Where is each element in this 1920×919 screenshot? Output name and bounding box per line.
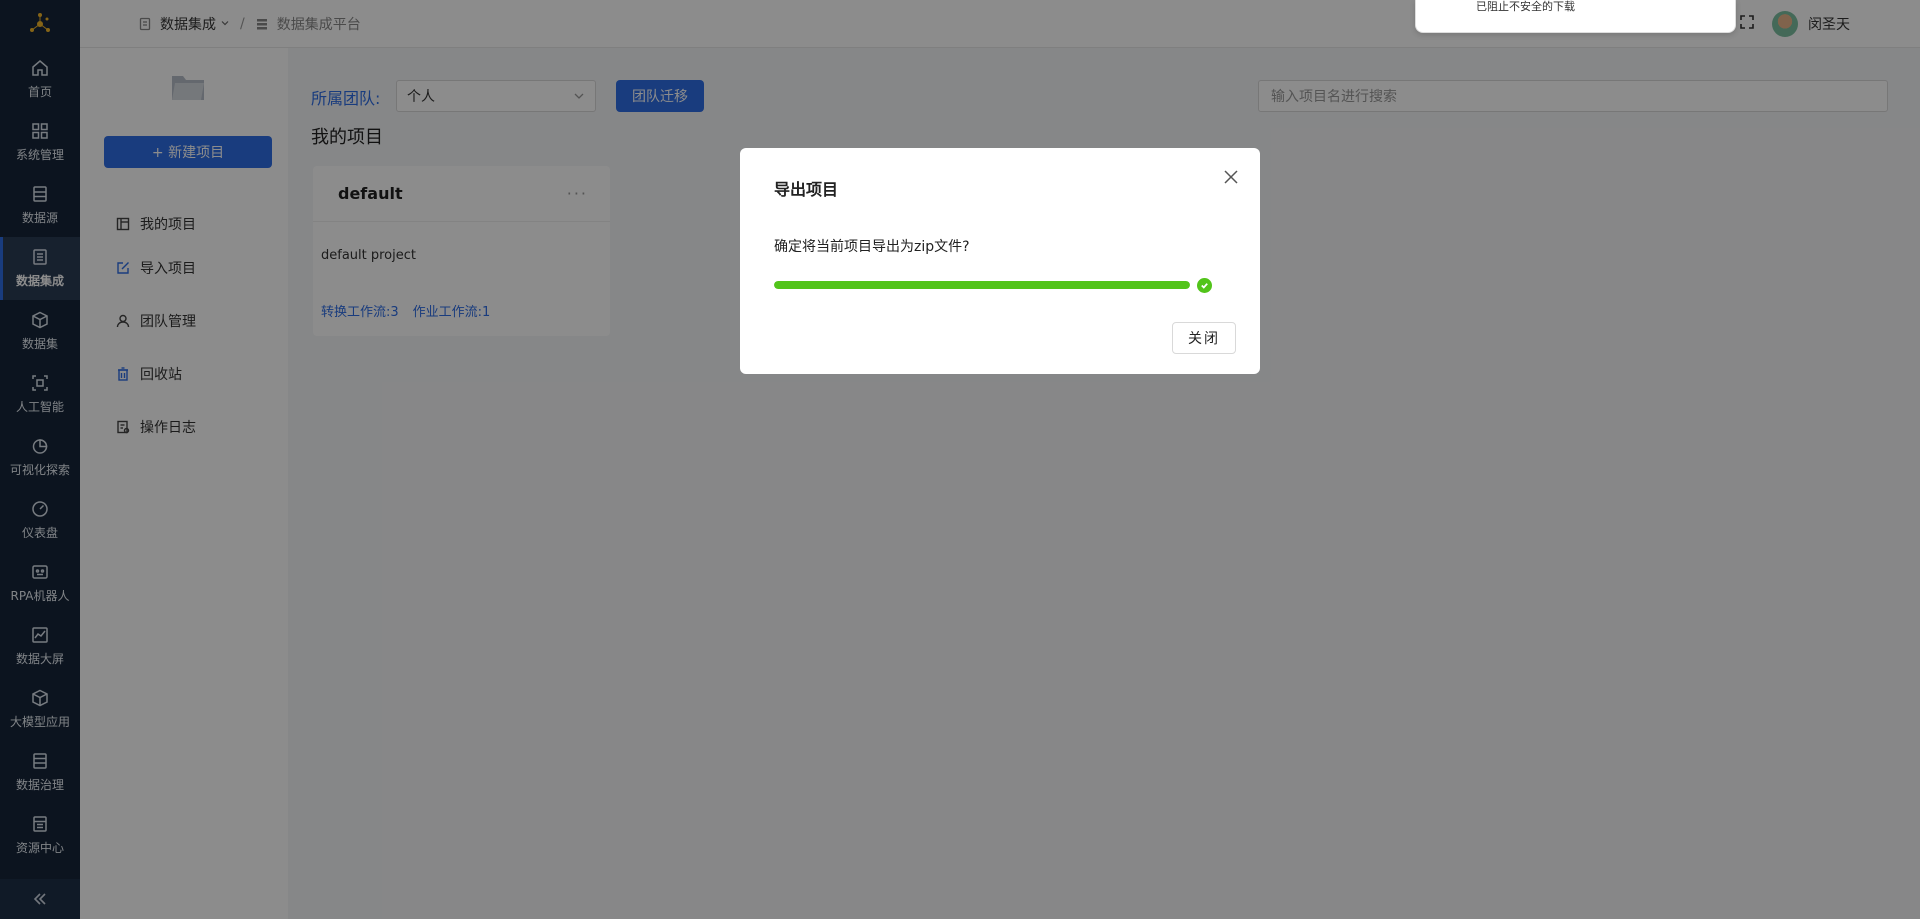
check-circle-icon <box>1197 278 1212 293</box>
export-project-dialog: 导出项目 确定将当前项目导出为zip文件? 关闭 <box>740 148 1260 374</box>
modal-mask[interactable] <box>0 0 1920 919</box>
dialog-message: 确定将当前项目导出为zip文件? <box>774 239 970 255</box>
progress-fill <box>774 281 1190 289</box>
close-button[interactable]: 关闭 <box>1172 322 1236 354</box>
close-icon[interactable] <box>1222 168 1240 186</box>
export-progress-bar <box>774 281 1190 289</box>
dialog-title: 导出项目 <box>774 180 839 199</box>
download-blocked-notice[interactable]: 已阻止不安全的下载 <box>1415 0 1736 33</box>
download-notice-text: 已阻止不安全的下载 <box>1476 0 1575 13</box>
